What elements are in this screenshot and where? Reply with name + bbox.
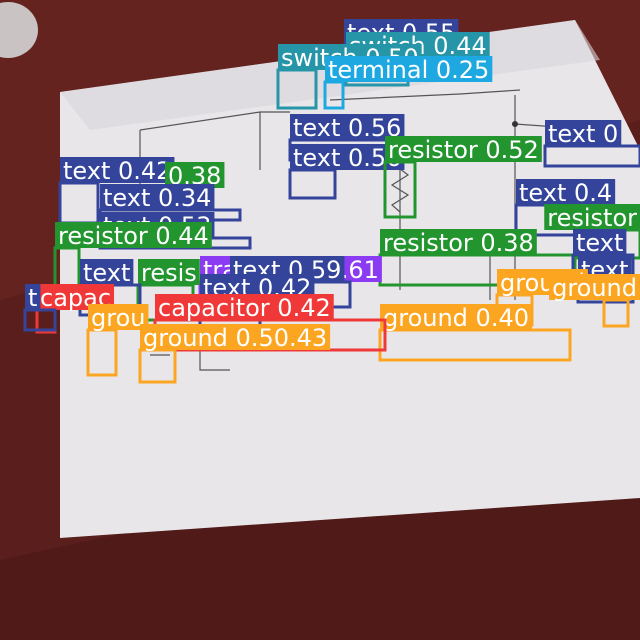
resistor-label: resis <box>141 259 197 287</box>
terminal-detection: terminal 0.25 <box>323 56 493 110</box>
text-label: text 0 <box>548 120 618 148</box>
ground-detection: ground 0.40 <box>378 304 572 362</box>
text-label: text 0.34 <box>103 184 211 212</box>
ground-bounding-box <box>86 328 118 377</box>
text-bounding-box <box>543 144 640 168</box>
resistor-label: resistor 0.52 <box>388 136 539 164</box>
resistor-label: resistor 0.44 <box>58 222 209 250</box>
ground-bounding-box <box>602 298 630 328</box>
text-label: t <box>28 284 37 312</box>
text-bounding-box <box>288 168 337 200</box>
ground-label: ground <box>552 274 637 302</box>
ground-label: grou <box>91 304 145 332</box>
ground-label: ground 0.50.43 <box>143 324 327 352</box>
ground-label: ground 0.40 <box>383 304 529 332</box>
text-label: text <box>576 229 623 257</box>
resistor-label: resistor 0.38 <box>383 229 534 257</box>
resistor-label: resistor <box>547 204 637 232</box>
ground-detection: ground <box>549 274 640 328</box>
switch-bounding-box <box>276 68 318 110</box>
ground-bounding-box <box>138 348 177 384</box>
text-label: text 0.42 <box>63 157 171 185</box>
detection-overlay: text 0.55switch 0.44switch 0.50terminal … <box>23 19 640 384</box>
text-label: text <box>83 259 130 287</box>
terminal-bounding-box <box>323 80 345 110</box>
text-detection: text 0 <box>543 120 640 168</box>
text-bounding-box <box>58 181 100 225</box>
ground-bounding-box <box>378 328 572 362</box>
text-label: text 0.4 <box>519 179 612 207</box>
terminal-label: terminal 0.25 <box>328 56 489 84</box>
text-bounding-box <box>23 308 57 332</box>
ground-detection: ground 0.50.43 <box>138 324 331 384</box>
capacitor-label: capacitor 0.42 <box>158 294 331 322</box>
